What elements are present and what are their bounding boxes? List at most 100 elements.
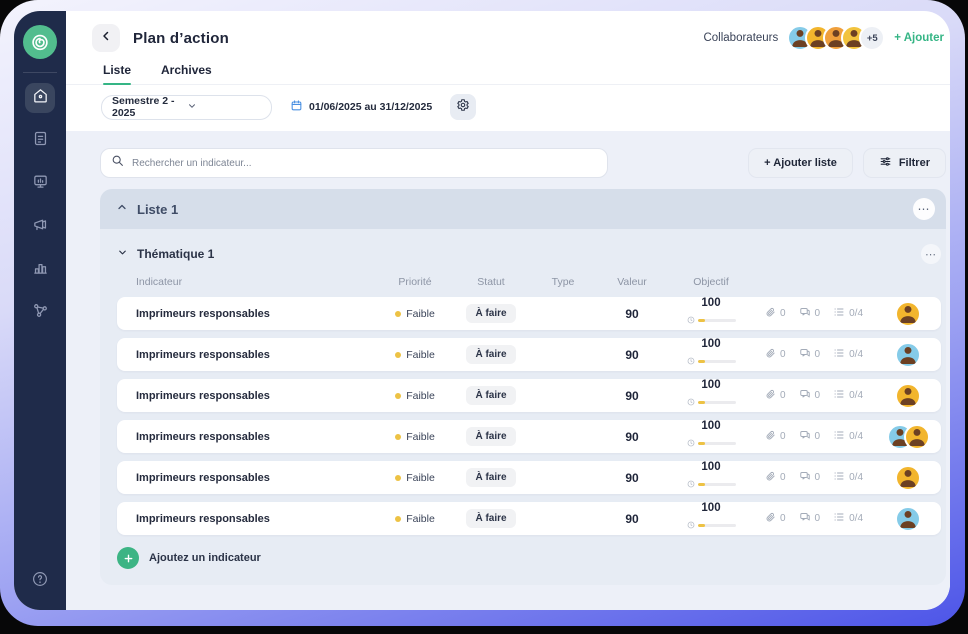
paperclip-icon <box>765 512 776 526</box>
counts-cell: 00 0/4 <box>753 470 875 485</box>
list-card-header[interactable]: Liste 1 ⋯ <box>100 189 946 229</box>
tasks-count[interactable]: 0/4 <box>833 511 863 526</box>
filter-button[interactable]: Filtrer <box>863 148 946 178</box>
assignees-cell <box>875 506 941 532</box>
clock-icon <box>687 352 695 370</box>
sidebar-item-dashboard[interactable] <box>25 169 55 199</box>
comments-count[interactable]: 0 <box>799 429 821 444</box>
thematic-header[interactable]: Thématique 1 ⋯ <box>117 242 941 266</box>
assignees-cell <box>875 465 941 491</box>
comments-count[interactable]: 0 <box>799 470 821 485</box>
paperclip-icon <box>765 389 776 403</box>
filter-sliders-icon <box>879 155 892 171</box>
tasks-count[interactable]: 0/4 <box>833 388 863 403</box>
list-title: Liste 1 <box>137 202 178 217</box>
sidebar-item-documents[interactable] <box>25 126 55 156</box>
avatar <box>895 301 921 327</box>
priority-dot-icon <box>395 434 401 440</box>
tasks-count[interactable]: 0/4 <box>833 347 863 362</box>
tasks-count[interactable]: 0/4 <box>833 429 863 444</box>
search-input[interactable] <box>132 158 597 169</box>
add-collaborator-button[interactable]: + Ajouter <box>894 32 944 44</box>
tasks-count[interactable]: 0/4 <box>833 306 863 321</box>
help-button[interactable] <box>25 566 55 596</box>
toolbar: + Ajouter liste Filtrer <box>100 148 946 178</box>
counts-cell: 00 0/4 <box>753 388 875 403</box>
settings-button[interactable] <box>450 94 476 120</box>
progress-bar <box>698 360 736 364</box>
priority-cell: Faible <box>379 349 451 361</box>
sidebar-item-stats[interactable] <box>25 255 55 285</box>
indicator-name: Imprimeurs responsables <box>117 431 379 443</box>
status-cell: À faire <box>451 468 531 487</box>
table-row[interactable]: Imprimeurs responsablesFaibleÀ faire9010… <box>117 502 941 535</box>
column-type: Type <box>531 276 595 288</box>
chat-icon <box>799 388 811 403</box>
clock-icon <box>687 434 695 452</box>
paperclip-icon <box>765 348 776 362</box>
chat-icon <box>799 470 811 485</box>
avatar <box>895 342 921 368</box>
list-card-body: Thématique 1 ⋯ Indicateur Priorité Statu… <box>100 229 946 585</box>
attachments-count[interactable]: 0 <box>765 471 786 485</box>
plus-icon <box>117 547 139 569</box>
progress-bar <box>698 442 736 446</box>
sidebar-item-network[interactable] <box>25 298 55 328</box>
attachments-count[interactable]: 0 <box>765 348 786 362</box>
clock-icon <box>687 475 695 493</box>
thematic-title: Thématique 1 <box>137 247 214 261</box>
table-row[interactable]: Imprimeurs responsablesFaibleÀ faire9010… <box>117 420 941 453</box>
objective-cell: 100 <box>669 380 753 412</box>
sidebar-item-announcements[interactable] <box>25 212 55 242</box>
chat-icon <box>799 429 811 444</box>
avatar <box>895 506 921 532</box>
add-indicator-button[interactable]: Ajoutez un indicateur <box>117 547 941 569</box>
attachments-count[interactable]: 0 <box>765 307 786 321</box>
indicator-name: Imprimeurs responsables <box>117 349 379 361</box>
attachments-count[interactable]: 0 <box>765 512 786 526</box>
objective-cell: 100 <box>669 339 753 371</box>
home-icon <box>32 87 49 109</box>
avatar <box>904 424 930 450</box>
page-title: Plan d’action <box>133 30 229 47</box>
content-panel: + Ajouter liste Filtrer Liste 1 <box>66 131 950 610</box>
attachments-count[interactable]: 0 <box>765 430 786 444</box>
list-menu-button[interactable]: ⋯ <box>913 198 935 220</box>
tab-archives[interactable]: Archives <box>161 63 212 84</box>
status-badge: À faire <box>466 304 515 323</box>
comments-count[interactable]: 0 <box>799 511 821 526</box>
table-row[interactable]: Imprimeurs responsablesFaibleÀ faire9010… <box>117 338 941 371</box>
counts-cell: 00 0/4 <box>753 511 875 526</box>
chat-icon <box>799 511 811 526</box>
add-list-button[interactable]: + Ajouter liste <box>748 148 853 178</box>
value-cell: 90 <box>595 512 669 526</box>
column-priorite: Priorité <box>379 276 451 288</box>
table-row[interactable]: Imprimeurs responsablesFaibleÀ faire9010… <box>117 461 941 494</box>
indicator-name: Imprimeurs responsables <box>117 513 379 525</box>
tab-liste[interactable]: Liste <box>103 63 131 84</box>
comments-count[interactable]: 0 <box>799 347 821 362</box>
status-cell: À faire <box>451 345 531 364</box>
comments-count[interactable]: 0 <box>799 388 821 403</box>
assignees-cell <box>875 383 941 409</box>
thematic-menu-button[interactable]: ⋯ <box>921 244 941 264</box>
attachments-count[interactable]: 0 <box>765 389 786 403</box>
filter-button-label: Filtrer <box>899 157 930 169</box>
priority-cell: Faible <box>379 472 451 484</box>
table-row[interactable]: Imprimeurs responsablesFaibleÀ faire9010… <box>117 379 941 412</box>
semester-select[interactable]: Semestre 2 - 2025 <box>101 95 272 120</box>
chevron-down-icon <box>187 101 262 114</box>
tasks-count[interactable]: 0/4 <box>833 470 863 485</box>
counts-cell: 00 0/4 <box>753 347 875 362</box>
comments-count[interactable]: 0 <box>799 306 821 321</box>
avatar-overflow-count[interactable]: +5 <box>859 25 885 51</box>
collaborator-avatars[interactable]: +5 <box>787 25 885 51</box>
back-button[interactable] <box>92 24 120 52</box>
table-row[interactable]: Imprimeurs responsablesFaibleÀ faire9010… <box>117 297 941 330</box>
gear-icon <box>456 98 470 117</box>
paperclip-icon <box>765 430 776 444</box>
priority-cell: Faible <box>379 513 451 525</box>
date-range-picker[interactable]: 01/06/2025 au 31/12/2025 <box>290 99 432 115</box>
calendar-icon <box>290 99 303 115</box>
sidebar-item-home[interactable] <box>25 83 55 113</box>
